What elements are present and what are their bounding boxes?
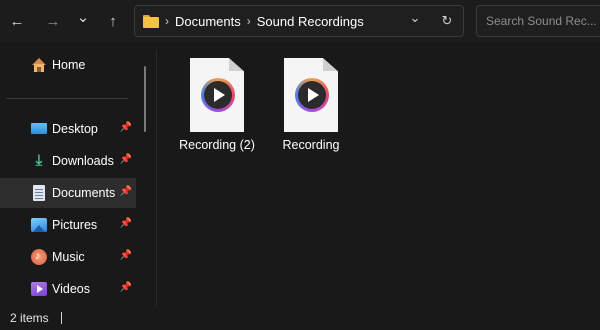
item-count: 2 items bbox=[10, 311, 49, 325]
up-arrow-icon: ↑ bbox=[109, 12, 117, 30]
sidebar-item-pictures[interactable]: Pictures 📌 bbox=[0, 210, 136, 240]
audio-file-icon bbox=[190, 58, 244, 132]
navigation-pane: Home Desktop 📌 ⤓ Downloads 📌 Documents 📌… bbox=[0, 42, 136, 306]
forward-button[interactable]: → bbox=[40, 8, 66, 34]
address-history-dropdown[interactable]: ⌄ bbox=[403, 3, 427, 33]
breadcrumb-sound-recordings[interactable]: Sound Recordings bbox=[257, 14, 364, 29]
refresh-button[interactable]: ↻ bbox=[435, 6, 459, 36]
file-item[interactable]: Recording bbox=[266, 58, 356, 162]
recent-locations-button[interactable]: ⌄ bbox=[70, 4, 96, 30]
sidebar-scrollbar[interactable] bbox=[144, 66, 146, 132]
file-item[interactable]: Recording (2) bbox=[172, 58, 262, 162]
back-button[interactable]: ← bbox=[4, 8, 30, 34]
breadcrumb-documents[interactable]: Documents bbox=[175, 14, 241, 29]
breadcrumb-separator-icon[interactable]: › bbox=[247, 14, 251, 28]
sidebar-item-desktop[interactable]: Desktop 📌 bbox=[0, 114, 136, 144]
folder-icon bbox=[143, 14, 159, 28]
home-icon bbox=[31, 57, 47, 73]
pane-divider[interactable] bbox=[156, 50, 157, 306]
desktop-icon bbox=[31, 121, 47, 137]
chevron-down-icon: ⌄ bbox=[76, 9, 90, 26]
back-arrow-icon: ← bbox=[9, 12, 25, 30]
sidebar-divider bbox=[6, 98, 128, 99]
sidebar-item-music[interactable]: ♪ Music 📌 bbox=[0, 242, 136, 272]
search-input[interactable]: Search Sound Rec... bbox=[476, 5, 600, 37]
sidebar-item-home[interactable]: Home bbox=[0, 50, 136, 80]
sidebar-item-label: Downloads bbox=[52, 154, 114, 168]
sidebar-item-label: Pictures bbox=[52, 218, 98, 232]
file-name: Recording bbox=[282, 138, 340, 152]
sidebar-item-documents[interactable]: Documents 📌 bbox=[0, 178, 136, 208]
sidebar-item-downloads[interactable]: ⤓ Downloads 📌 bbox=[0, 146, 136, 176]
up-button[interactable]: ↑ bbox=[100, 8, 126, 34]
pin-icon: 📌 bbox=[119, 250, 132, 261]
search-placeholder: Search Sound Rec... bbox=[486, 14, 597, 28]
sidebar-item-videos[interactable]: Videos 📌 bbox=[0, 274, 136, 304]
downloads-icon: ⤓ bbox=[35, 152, 43, 169]
media-player-icon bbox=[201, 78, 235, 112]
pin-icon: 📌 bbox=[119, 218, 132, 229]
address-bar[interactable]: › Documents › Sound Recordings ⌄ ↻ bbox=[134, 5, 464, 37]
pin-icon: 📌 bbox=[119, 154, 132, 165]
media-player-icon bbox=[295, 78, 329, 112]
pin-icon: 📌 bbox=[119, 122, 132, 133]
documents-icon bbox=[31, 185, 47, 201]
pictures-icon bbox=[31, 217, 47, 233]
music-icon: ♪ bbox=[31, 249, 47, 265]
pin-icon: 📌 bbox=[119, 282, 132, 293]
forward-arrow-icon: → bbox=[45, 12, 61, 30]
status-divider bbox=[60, 312, 62, 324]
navigation-bar: ← → ⌄ ↑ › Documents › Sound Recordings ⌄… bbox=[0, 0, 600, 42]
refresh-icon: ↻ bbox=[441, 13, 453, 28]
pin-icon: 📌 bbox=[119, 186, 132, 197]
sidebar-item-label: Desktop bbox=[52, 122, 98, 136]
sidebar-item-label: Music bbox=[52, 250, 85, 264]
file-name: Recording (2) bbox=[179, 138, 255, 152]
videos-icon bbox=[31, 281, 47, 297]
chevron-down-icon: ⌄ bbox=[409, 10, 421, 25]
sidebar-item-label: Documents bbox=[52, 186, 116, 200]
breadcrumb-separator-icon[interactable]: › bbox=[165, 14, 169, 28]
audio-file-icon bbox=[284, 58, 338, 132]
sidebar-item-label: Home bbox=[52, 58, 86, 72]
status-bar: 2 items bbox=[0, 306, 600, 330]
sidebar-item-label: Videos bbox=[52, 282, 90, 296]
